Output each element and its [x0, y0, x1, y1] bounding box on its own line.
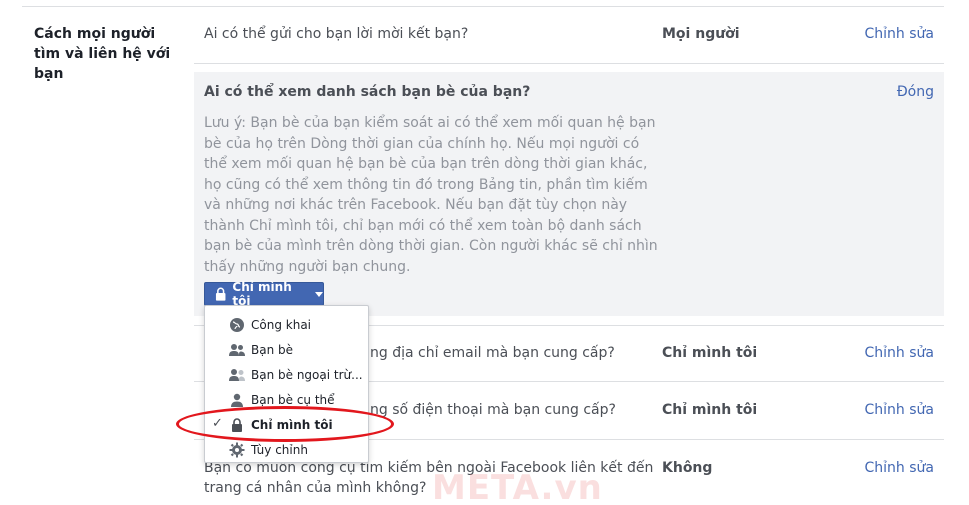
friend-request-edit-link[interactable]: Chỉnh sửa — [865, 24, 934, 44]
menu-item-label: Công khai — [251, 317, 311, 332]
menu-item-label: Bạn bè cụ thể — [251, 392, 335, 407]
email-lookup-value: Chỉ mình tôi — [662, 345, 758, 361]
menu-item-label: Chỉ mình tôi — [251, 417, 333, 432]
menu-item-friends-except[interactable]: Bạn bè ngoại trừ... — [205, 362, 368, 387]
globe-icon — [229, 317, 245, 333]
phone-lookup-edit-link[interactable]: Chỉnh sửa — [865, 400, 934, 420]
row-divider — [194, 63, 944, 64]
lock-icon — [229, 417, 245, 433]
friend-list-question: Ai có thể xem danh sách bạn bè của bạn? — [204, 84, 531, 100]
audience-selector-label: Chỉ mình tôi — [232, 280, 292, 308]
phone-lookup-value: Chỉ mình tôi — [662, 402, 758, 418]
menu-item-specific-friends[interactable]: Bạn bè cụ thể — [205, 387, 368, 412]
email-lookup-edit-link[interactable]: Chỉnh sửa — [865, 343, 934, 363]
close-link[interactable]: Đóng — [897, 82, 934, 102]
audience-dropdown-menu: Công khai Bạn bè Bạn bè ngoại trừ... Bạn… — [204, 305, 369, 463]
lock-icon — [215, 287, 226, 301]
friends-icon — [229, 342, 245, 358]
menu-item-label: Bạn bè ngoại trừ... — [251, 367, 363, 382]
search-engine-value: Không — [662, 460, 713, 476]
watermark-logo: META.vn — [432, 468, 603, 505]
search-engine-edit-link[interactable]: Chỉnh sửa — [865, 458, 934, 478]
gear-icon — [229, 442, 245, 458]
menu-item-label: Bạn bè — [251, 342, 294, 357]
friend-request-question: Ai có thể gửi cho bạn lời mời kết bạn? — [204, 26, 469, 42]
menu-item-label: Tùy chỉnh — [251, 442, 308, 457]
friend-list-note: Lưu ý: Bạn bè của bạn kiểm soát ai có th… — [204, 115, 658, 275]
menu-item-public[interactable]: Công khai — [205, 312, 368, 337]
top-divider — [22, 6, 944, 7]
search-engine-question-line2: trang cá nhân của mình không? — [204, 480, 427, 496]
menu-item-custom[interactable]: Tùy chỉnh — [205, 437, 368, 462]
chevron-down-icon — [315, 291, 323, 297]
email-lookup-question: ng địa chỉ email mà bạn cung cấp? — [370, 345, 615, 361]
specific-friend-icon — [229, 392, 245, 408]
menu-item-friends[interactable]: Bạn bè — [205, 337, 368, 362]
section-title: Cách mọi người tìm và liên hệ với bạn — [34, 26, 171, 82]
friend-request-value: Mọi người — [662, 26, 740, 42]
menu-item-only-me[interactable]: ✓ Chỉ mình tôi — [205, 412, 368, 437]
friends-except-icon — [229, 367, 245, 383]
phone-lookup-question: ng số điện thoại mà bạn cung cấp? — [370, 402, 616, 418]
check-icon: ✓ — [212, 416, 223, 431]
audience-selector-button[interactable]: Chỉ mình tôi — [204, 280, 324, 308]
